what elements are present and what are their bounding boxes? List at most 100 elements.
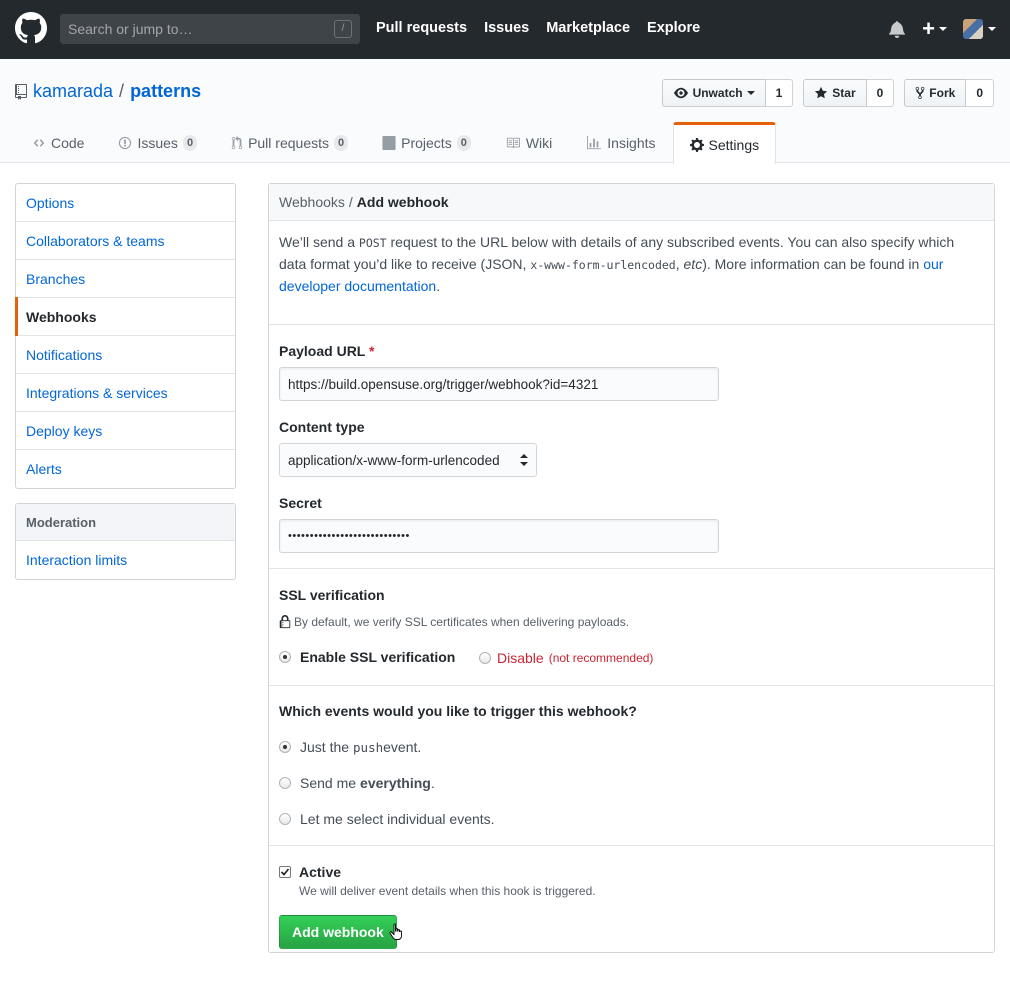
sidebar-item-alerts[interactable]: Alerts (16, 450, 235, 488)
event-all-label-pre: Send me (300, 775, 357, 791)
event-select-option[interactable]: Let me select individual events. (279, 811, 495, 827)
tab-issues-label: Issues (137, 135, 178, 151)
repo-owner-link[interactable]: kamarada (33, 81, 113, 102)
gear-icon (689, 137, 704, 152)
moderation-menu: Moderation Interaction limits (15, 503, 236, 580)
sidebar-item-branches[interactable]: Branches (16, 260, 235, 298)
global-nav: Pull requests Issues Marketplace Explore (376, 20, 717, 36)
nav-marketplace[interactable]: Marketplace (546, 20, 630, 36)
event-push-radio[interactable] (279, 741, 291, 753)
add-webhook-button[interactable]: Add webhook (279, 915, 397, 949)
tab-projects[interactable]: Projects 0 (365, 122, 488, 163)
secret-label: Secret (279, 495, 322, 511)
ssl-section: SSL verification By default, we verify S… (269, 569, 994, 686)
check-icon (280, 868, 290, 876)
star-button[interactable]: Star (803, 79, 867, 107)
moderation-heading: Moderation (16, 504, 235, 541)
fork-button[interactable]: Fork (904, 79, 967, 107)
tab-wiki-label: Wiki (525, 135, 553, 151)
event-push-label-post: event. (383, 739, 422, 755)
etc-text: etc (683, 256, 703, 272)
secret-input[interactable]: •••••••••••••••••••••••••••• (279, 519, 719, 553)
sidebar-item-webhooks[interactable]: Webhooks (15, 297, 235, 336)
content-type-select[interactable]: application/x-www-form-urlencoded (279, 443, 537, 477)
tab-code[interactable]: Code (15, 122, 101, 163)
event-push-code: push (353, 739, 384, 755)
event-push-label-pre: Just the (300, 739, 350, 755)
search-input[interactable]: Search or jump to… / (60, 14, 360, 44)
plus-icon[interactable]: + (922, 18, 935, 40)
tab-insights[interactable]: Insights (569, 122, 672, 163)
eye-icon (673, 87, 688, 99)
graph-icon (587, 136, 602, 150)
repo-nav: Code Issues 0 Pull requests 0 Projects 0… (15, 122, 777, 164)
ssl-enable-label: Enable SSL verification (300, 649, 456, 665)
sidebar-item-deploy-keys[interactable]: Deploy keys (16, 412, 235, 450)
event-all-option[interactable]: Send me everything. (279, 775, 435, 791)
events-section: Which events would you like to trigger t… (269, 686, 994, 846)
issues-counter: 0 (182, 135, 198, 151)
ssl-disable-note: (not recommended) (548, 651, 654, 665)
avatar[interactable] (963, 19, 983, 39)
watch-group: Unwatch 1 (661, 79, 794, 107)
github-logo-icon[interactable] (15, 12, 47, 44)
code-icon (33, 139, 45, 147)
repo-name-link[interactable]: patterns (130, 81, 201, 102)
event-select-label: Let me select individual events. (300, 811, 495, 827)
ssl-disable-option[interactable]: Disable (not recommended) (479, 650, 653, 666)
header-actions: + (888, 18, 996, 40)
repo-icon (15, 83, 27, 100)
repo-header: kamarada / patterns Unwatch 1 Star 0 For… (0, 59, 1010, 164)
hook-config-section: Payload URL * https://build.opensuse.org… (269, 325, 994, 569)
chevron-down-icon[interactable] (939, 27, 947, 31)
event-select-radio[interactable] (279, 813, 291, 825)
content-type-label: Content type (279, 419, 365, 435)
bell-icon[interactable] (888, 20, 906, 38)
active-option[interactable]: Active We will deliver event details whe… (279, 864, 596, 898)
event-all-label-post: . (430, 775, 435, 791)
active-section: Active We will deliver event details whe… (269, 846, 994, 986)
event-push-option[interactable]: Just the push event. (279, 739, 421, 755)
tab-wiki[interactable]: Wiki (488, 122, 569, 163)
payload-url-label: Payload URL * (279, 343, 374, 359)
breadcrumb-separator: / (348, 194, 353, 210)
tab-pull-requests[interactable]: Pull requests 0 (214, 122, 365, 163)
events-question: Which events would you like to trigger t… (279, 703, 637, 719)
breadcrumb-webhooks-link[interactable]: Webhooks (279, 194, 345, 210)
active-label: Active (299, 864, 342, 880)
pull-request-icon (231, 136, 243, 150)
nav-explore[interactable]: Explore (647, 20, 700, 36)
ssl-note-text: By default, we verify SSL certificates w… (294, 615, 630, 629)
ssl-note: By default, we verify SSL certificates w… (279, 615, 629, 629)
sidebar-item-integrations[interactable]: Integrations & services (16, 374, 235, 412)
active-checkbox[interactable] (279, 866, 291, 878)
tab-settings[interactable]: Settings (672, 122, 777, 164)
fork-count[interactable]: 0 (966, 79, 994, 107)
repo-actions: Unwatch 1 Star 0 Fork 0 (652, 79, 994, 107)
unwatch-button[interactable]: Unwatch (661, 79, 766, 107)
intro-text-part: ). More information can be found in (702, 256, 924, 272)
chevron-down-icon[interactable] (988, 27, 996, 31)
star-count[interactable]: 0 (866, 79, 895, 107)
fork-label: Fork (929, 86, 956, 100)
sidebar-item-interaction-limits[interactable]: Interaction limits (16, 541, 235, 579)
ssl-enable-radio[interactable] (279, 651, 291, 663)
ssl-disable-radio[interactable] (479, 652, 491, 664)
page-title: Add webhook (356, 194, 449, 210)
tab-issues[interactable]: Issues 0 (101, 122, 214, 163)
event-all-radio[interactable] (279, 777, 291, 789)
ssl-enable-option[interactable]: Enable SSL verification (279, 649, 455, 665)
nav-pull-requests[interactable]: Pull requests (376, 20, 467, 36)
sidebar-item-options[interactable]: Options (16, 184, 235, 222)
ssl-label: SSL verification (279, 587, 385, 603)
sidebar-item-collaborators[interactable]: Collaborators & teams (16, 222, 235, 260)
watch-count[interactable]: 1 (765, 79, 794, 107)
post-code: POST (358, 236, 387, 250)
sidebar-item-notifications[interactable]: Notifications (16, 336, 235, 374)
payload-url-label-text: Payload URL (279, 343, 366, 359)
payload-url-input[interactable]: https://build.opensuse.org/trigger/webho… (279, 367, 719, 401)
hand-cursor-icon (389, 923, 402, 940)
intro-text-part: We’ll send a (279, 234, 359, 250)
intro-text-part: . (436, 278, 441, 294)
nav-issues[interactable]: Issues (484, 20, 529, 36)
